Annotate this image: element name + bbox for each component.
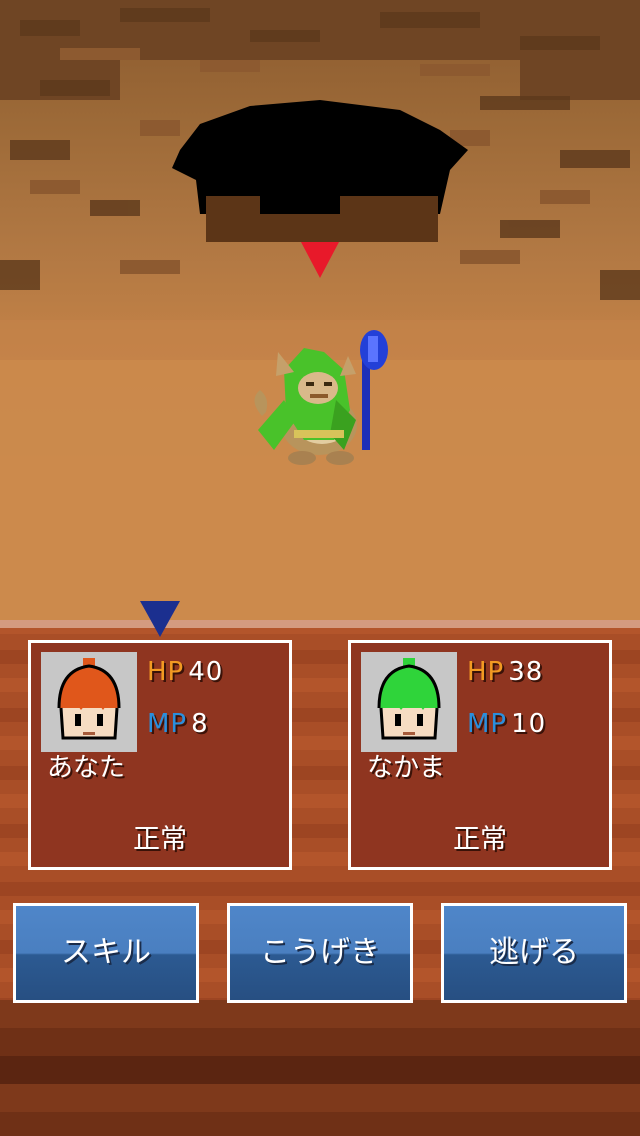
hp-label: HP [147, 657, 185, 687]
hp-readout: HP 38 [467, 657, 543, 687]
hp-readout: HP 40 [147, 657, 223, 687]
hp-value: 40 [188, 657, 224, 687]
enemy-target-cursor-icon [301, 242, 339, 278]
cave-wall-illustration [0, 0, 640, 620]
attack-button[interactable]: こうげき [227, 903, 413, 1003]
status-label: 正常 [133, 824, 187, 855]
character-name: あなた [47, 753, 126, 783]
hp-label: HP [467, 657, 505, 687]
skill-button[interactable]: スキル [13, 903, 199, 1003]
character-name: なかま [367, 753, 446, 783]
mp-label: MP [147, 709, 188, 739]
red-hair-hero-icon [41, 652, 137, 752]
mp-value: 8 [191, 709, 209, 739]
cave-battle-background [0, 0, 640, 620]
flee-button[interactable]: 逃げる [441, 903, 627, 1003]
mp-value: 10 [511, 709, 547, 739]
mp-label: MP [467, 709, 508, 739]
party-card-you[interactable]: HP 40 MP 8 あなた 正常 [28, 640, 292, 870]
mp-readout: MP 8 [147, 709, 209, 739]
mp-readout: MP 10 [467, 709, 546, 739]
green-hair-hero-icon [361, 652, 457, 752]
battle-screen: HP 40 MP 8 あなた 正常 HP 38 MP 10 なかま 正常 スキル… [0, 0, 640, 1136]
party-card-ally[interactable]: HP 38 MP 10 なかま 正常 [348, 640, 612, 870]
active-member-cursor-icon [140, 601, 180, 637]
status-label: 正常 [453, 824, 507, 855]
hp-value: 38 [508, 657, 544, 687]
cat-wizard-monster-icon[interactable] [244, 330, 404, 470]
